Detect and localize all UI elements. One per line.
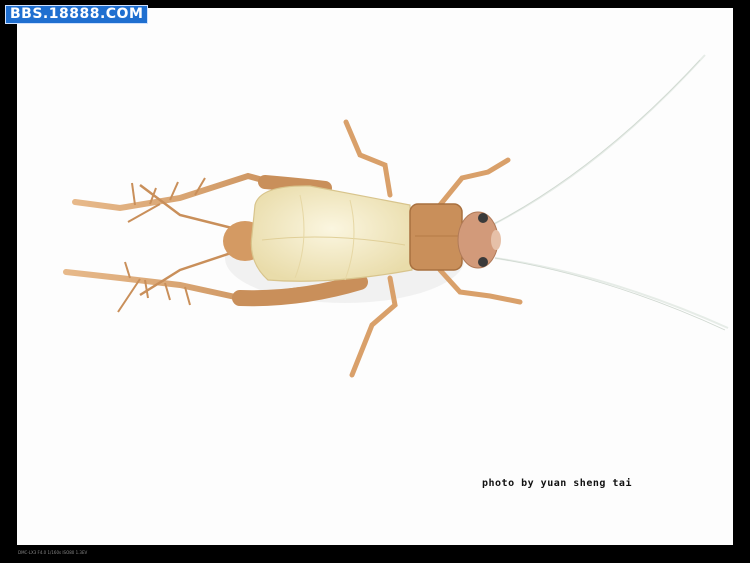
site-watermark: BBS.18888.COM: [5, 5, 149, 24]
eye-lower: [478, 257, 488, 267]
photo-frame: BBS.18888.COM photo by yuan sheng tai DM…: [0, 0, 750, 563]
wings: [250, 185, 413, 282]
front-leg-upper: [437, 157, 511, 208]
photo-credit: photo by yuan sheng tai: [482, 478, 632, 489]
cricket-photo: [17, 8, 733, 545]
eye-upper: [478, 213, 488, 223]
middle-leg-upper: [343, 119, 393, 198]
antenna-lower: [494, 257, 729, 329]
exif-info: DMC-LX3 F4.0 1/160s ISO80 1.3EV: [18, 550, 88, 555]
antenna-upper: [491, 54, 706, 226]
cricket-icon: [63, 54, 729, 378]
pronotum: [409, 203, 463, 271]
